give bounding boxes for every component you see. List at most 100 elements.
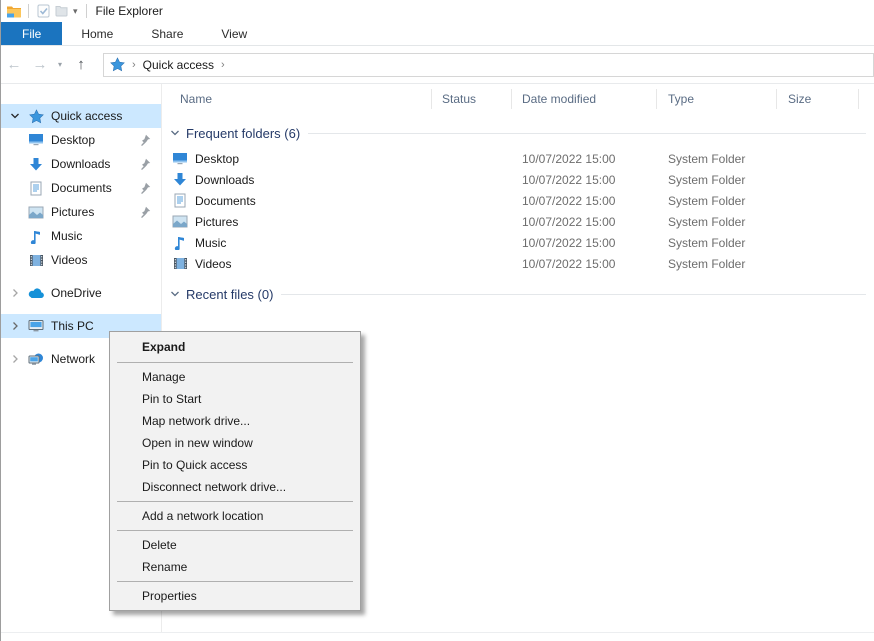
column-header-name[interactable]: Name: [162, 89, 432, 109]
menu-separator: [117, 530, 353, 531]
sidebar-item-label: Desktop: [51, 133, 95, 147]
file-type: System Folder: [657, 236, 777, 250]
file-date: 10/07/2022 15:00: [512, 152, 657, 166]
address-bar[interactable]: › Quick access ›: [103, 53, 874, 77]
chevron-right-icon[interactable]: [10, 354, 20, 364]
column-header-status[interactable]: Status: [432, 89, 512, 109]
qat-properties-icon[interactable]: [34, 3, 52, 19]
sidebar-item-quick-access[interactable]: Quick access: [1, 104, 161, 128]
file-row-desktop[interactable]: Desktop 10/07/2022 15:00 System Folder: [162, 148, 874, 169]
file-row-downloads[interactable]: Downloads 10/07/2022 15:00 System Folder: [162, 169, 874, 190]
group-label: Recent files (0): [186, 287, 273, 302]
sidebar-item-onedrive[interactable]: OneDrive: [1, 281, 161, 305]
file-row-music[interactable]: Music 10/07/2022 15:00 System Folder: [162, 232, 874, 253]
chevron-right-icon[interactable]: [10, 321, 20, 331]
videos-icon: [28, 252, 44, 268]
sidebar-item-music[interactable]: Music: [1, 224, 161, 248]
music-icon: [172, 235, 188, 251]
pin-icon: [139, 206, 151, 218]
menu-item-add-a-network-location[interactable]: Add a network location: [110, 505, 360, 527]
sidebar-item-label: Documents: [51, 181, 112, 195]
file-type: System Folder: [657, 152, 777, 166]
pictures-icon: [172, 214, 188, 230]
file-explorer-window: ▾ File Explorer File Home Share View ← →…: [0, 0, 874, 641]
downloads-icon: [172, 172, 188, 188]
chevron-down-icon[interactable]: [10, 111, 20, 121]
qat-new-folder-icon[interactable]: [52, 3, 70, 19]
breadcrumb[interactable]: Quick access: [143, 58, 214, 72]
file-name: Downloads: [195, 173, 254, 187]
sidebar-item-downloads[interactable]: Downloads: [1, 152, 161, 176]
menu-item-pin-to-start[interactable]: Pin to Start: [110, 388, 360, 410]
chevron-down-icon[interactable]: [170, 289, 180, 299]
sidebar-item-label: Quick access: [51, 109, 122, 123]
menu-item-manage[interactable]: Manage: [110, 366, 360, 388]
titlebar-divider: [86, 4, 87, 18]
menu-separator: [117, 362, 353, 363]
file-row-videos[interactable]: Videos 10/07/2022 15:00 System Folder: [162, 253, 874, 274]
menu-item-open-in-new-window[interactable]: Open in new window: [110, 432, 360, 454]
sidebar-item-documents[interactable]: Documents: [1, 176, 161, 200]
network-icon: [28, 351, 44, 367]
quick-access-star-icon: [110, 57, 125, 72]
group-rule: [308, 133, 866, 134]
menu-item-map-network-drive[interactable]: Map network drive...: [110, 410, 360, 432]
recent-locations-dropdown-icon[interactable]: ▾: [53, 60, 67, 69]
title-bar: ▾ File Explorer: [1, 0, 874, 22]
sidebar-item-videos[interactable]: Videos: [1, 248, 161, 272]
column-header-date-modified[interactable]: Date modified: [512, 89, 657, 109]
back-arrow-icon[interactable]: ←: [1, 56, 27, 73]
file-date: 10/07/2022 15:00: [512, 236, 657, 250]
documents-icon: [28, 180, 44, 196]
file-explorer-logo-icon: [5, 3, 23, 19]
videos-icon: [172, 256, 188, 272]
menu-item-disconnect-network-drive[interactable]: Disconnect network drive...: [110, 476, 360, 498]
group-header-frequent-folders[interactable]: Frequent folders (6): [170, 124, 866, 142]
group-rule: [281, 294, 866, 295]
file-date: 10/07/2022 15:00: [512, 173, 657, 187]
onedrive-cloud-icon: [28, 285, 44, 301]
file-name: Music: [195, 236, 226, 250]
file-date: 10/07/2022 15:00: [512, 257, 657, 271]
file-type: System Folder: [657, 215, 777, 229]
ribbon-tab-bar: File Home Share View: [1, 22, 874, 46]
pin-icon: [139, 182, 151, 194]
chevron-right-icon[interactable]: [10, 288, 20, 298]
up-arrow-icon[interactable]: ↑: [67, 56, 95, 73]
file-name: Videos: [195, 257, 231, 271]
this-pc-icon: [28, 318, 44, 334]
file-row-pictures[interactable]: Pictures 10/07/2022 15:00 System Folder: [162, 211, 874, 232]
sidebar-item-label: Pictures: [51, 205, 94, 219]
menu-item-properties[interactable]: Properties: [110, 585, 360, 607]
group-label: Frequent folders (6): [186, 126, 300, 141]
qat-customize-dropdown-icon[interactable]: ▾: [73, 6, 78, 17]
file-name: Pictures: [195, 215, 238, 229]
chevron-down-icon[interactable]: [170, 128, 180, 138]
menu-item-delete[interactable]: Delete: [110, 534, 360, 556]
desktop-icon: [28, 132, 44, 148]
menu-item-expand[interactable]: Expand: [110, 335, 360, 359]
column-header-type[interactable]: Type: [657, 89, 777, 109]
file-date: 10/07/2022 15:00: [512, 194, 657, 208]
menu-item-pin-to-quick-access[interactable]: Pin to Quick access: [110, 454, 360, 476]
sidebar-item-label: Music: [51, 229, 82, 243]
tab-share[interactable]: Share: [132, 22, 202, 45]
file-name: Desktop: [195, 152, 239, 166]
file-date: 10/07/2022 15:00: [512, 215, 657, 229]
forward-arrow-icon[interactable]: →: [27, 56, 53, 73]
tab-view[interactable]: View: [202, 22, 266, 45]
breadcrumb-chevron-icon[interactable]: ›: [221, 59, 225, 71]
tab-home[interactable]: Home: [62, 22, 132, 45]
file-row-documents[interactable]: Documents 10/07/2022 15:00 System Folder: [162, 190, 874, 211]
tab-file[interactable]: File: [1, 22, 62, 45]
sidebar-item-pictures[interactable]: Pictures: [1, 200, 161, 224]
breadcrumb-chevron-icon: ›: [132, 59, 136, 71]
sidebar-item-label: This PC: [51, 319, 94, 333]
menu-item-rename[interactable]: Rename: [110, 556, 360, 578]
group-header-recent-files[interactable]: Recent files (0): [170, 285, 866, 303]
sidebar-item-desktop[interactable]: Desktop: [1, 128, 161, 152]
column-header-size[interactable]: Size: [777, 89, 859, 109]
file-name: Documents: [195, 194, 256, 208]
file-type: System Folder: [657, 194, 777, 208]
documents-icon: [172, 193, 188, 209]
